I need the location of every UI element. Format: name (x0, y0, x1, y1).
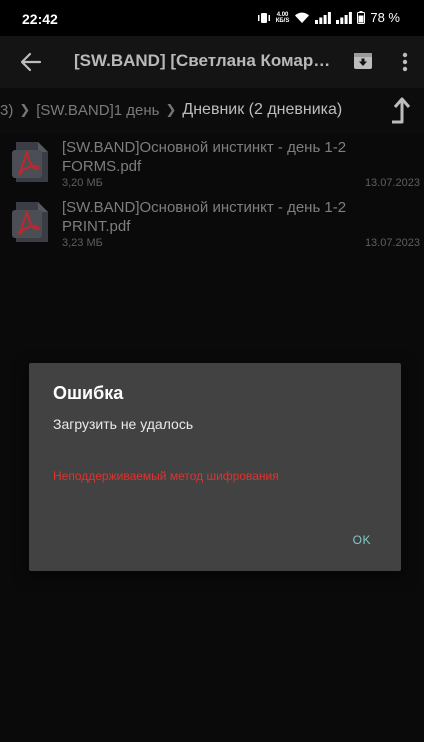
file-name: [SW.BAND]Основной инстинкт - день 1-2 FO… (62, 139, 347, 175)
status-bar: 22:42 4.00 КБ/S 78 % (0, 0, 424, 36)
error-dialog: Ошибка Загрузить не удалось Неподдержива… (29, 363, 401, 571)
ok-button[interactable]: OK (353, 533, 371, 547)
breadcrumb: 3) ❯ [SW.BAND]1 день ❯ Дневник (2 дневни… (0, 88, 424, 134)
dialog-title: Ошибка (53, 383, 124, 403)
file-date: 13.07.2023 (364, 237, 420, 249)
dialog-error-text: Неподдерживаемый метод шифрования (53, 469, 279, 483)
pdf-icon (12, 142, 48, 182)
status-icons: 4.00 КБ/S 78 % (257, 10, 400, 25)
wifi-icon (295, 12, 310, 23)
breadcrumb-item[interactable]: 3) (0, 102, 13, 119)
page-title: [SW.BAND] [Светлана Комаровская] (74, 51, 334, 70)
file-date: 13.07.2023 (364, 177, 420, 189)
status-time: 22:42 (22, 11, 58, 27)
pdf-icon (12, 202, 48, 242)
file-size: 3,20 МБ (62, 177, 103, 189)
file-size: 3,23 МБ (62, 237, 103, 249)
dialog-message: Загрузить не удалось (53, 416, 194, 432)
list-item[interactable]: [SW.BAND]Основной инстинкт - день 1-2 FO… (0, 134, 424, 194)
chevron-right-icon: ❯ (19, 102, 31, 117)
network-speed: 4.00 КБ/S (275, 11, 290, 24)
battery-icon (357, 11, 366, 24)
file-list: [SW.BAND]Основной инстинкт - день 1-2 FO… (0, 134, 424, 254)
more-vert-icon[interactable] (396, 50, 414, 74)
list-item[interactable]: [SW.BAND]Основной инстинкт - день 1-2 PR… (0, 194, 424, 254)
chevron-right-icon: ❯ (165, 102, 177, 117)
archive-icon[interactable] (352, 50, 374, 72)
folder-up-icon[interactable] (388, 96, 414, 126)
breadcrumb-item[interactable]: [SW.BAND]1 день (36, 102, 159, 119)
file-name: [SW.BAND]Основной инстинкт - день 1-2 PR… (62, 199, 347, 235)
signal-icon-2 (336, 11, 353, 24)
app-bar: [SW.BAND] [Светлана Комаровская] (0, 36, 424, 88)
vibrate-icon (257, 12, 270, 23)
breadcrumb-current[interactable]: Дневник (2 дневника) (182, 101, 342, 119)
signal-icon (315, 11, 332, 24)
back-arrow-icon[interactable] (20, 51, 42, 73)
battery-level: 78 % (370, 10, 400, 25)
